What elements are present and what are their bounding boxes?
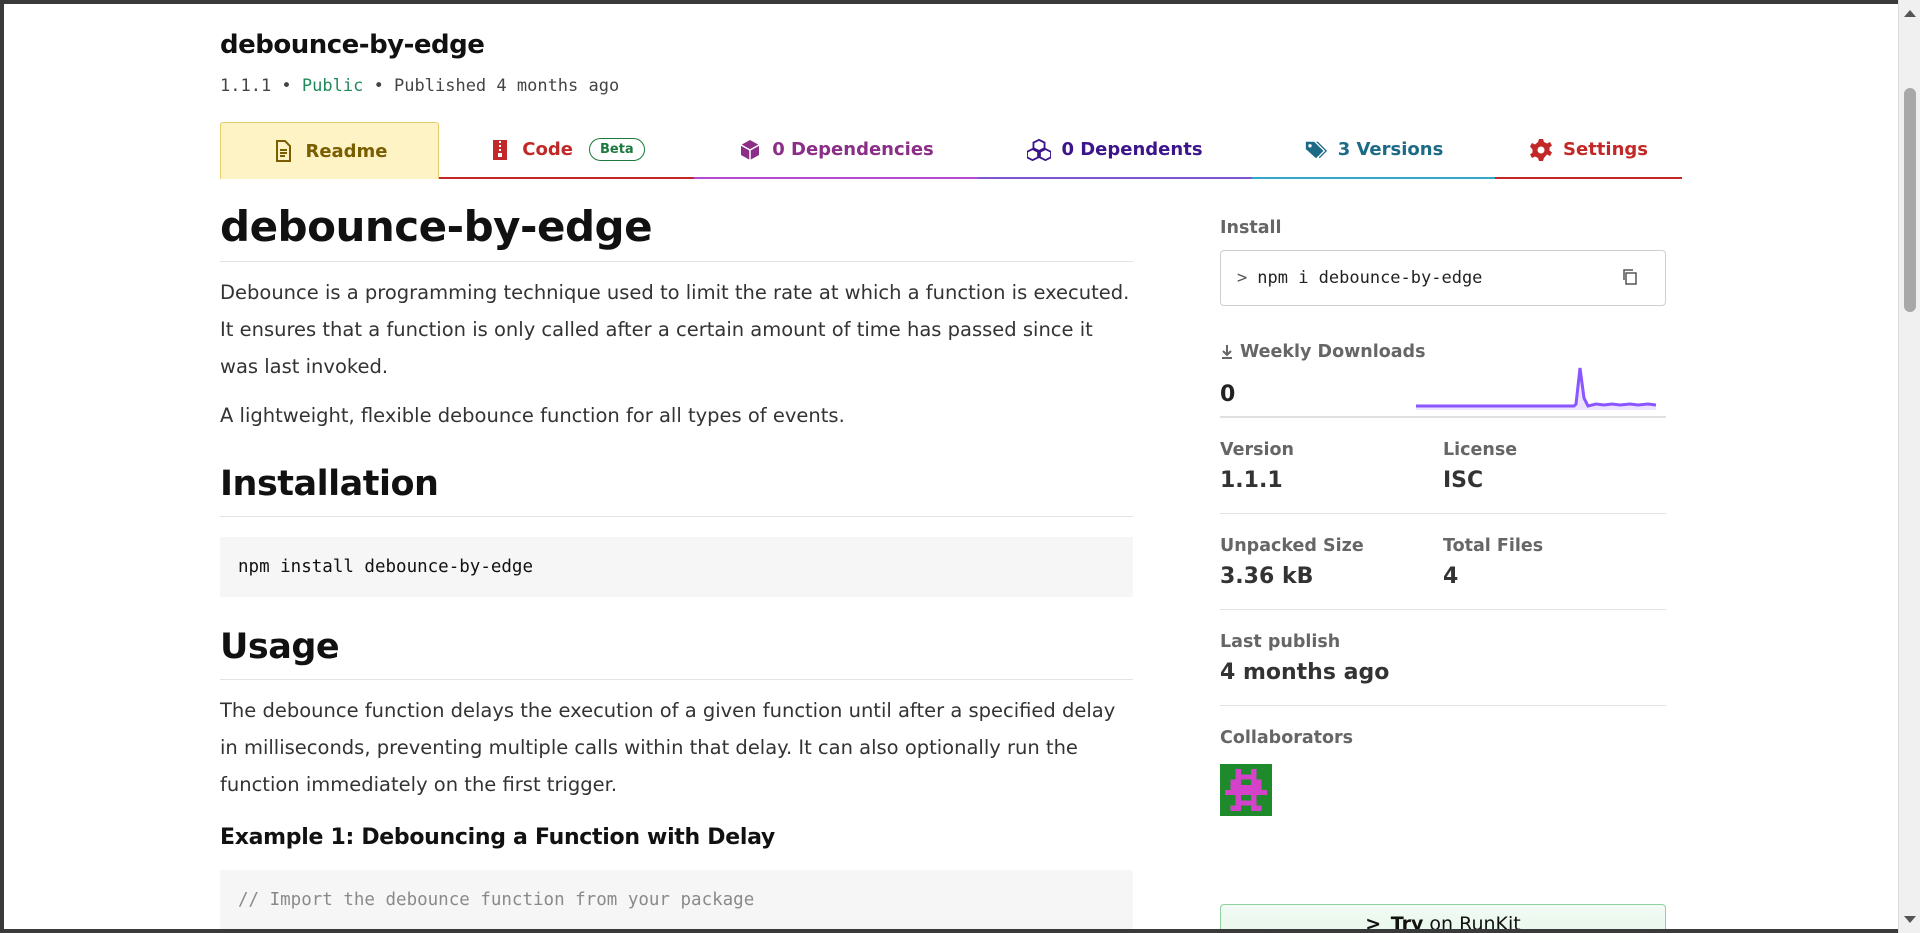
document-icon — [271, 139, 295, 163]
package-tabs: Readme Code Beta 0 Dependencies 0 Depend… — [220, 122, 1682, 181]
readme-content: debounce-by-edge Debounce is a programmi… — [220, 202, 1133, 929]
gear-icon — [1529, 138, 1553, 162]
last-publish-label: Last publish — [1220, 632, 1341, 652]
try-on-runkit-button[interactable]: >_Try on RunKit — [1220, 904, 1666, 929]
boxes-icon — [1027, 138, 1052, 162]
scroll-down-arrow-icon[interactable] — [1904, 916, 1916, 923]
vertical-scrollbar[interactable] — [1898, 0, 1920, 933]
version-label: Version — [1220, 440, 1294, 460]
tab-dependents[interactable]: 0 Dependents — [978, 122, 1252, 179]
tags-icon — [1304, 138, 1328, 162]
readme-title: debounce-by-edge — [220, 202, 1133, 262]
tab-settings[interactable]: Settings — [1495, 122, 1682, 179]
collaborator-avatar[interactable] — [1220, 764, 1272, 816]
package-visibility: Public — [301, 76, 364, 96]
scroll-up-arrow-icon[interactable] — [1904, 10, 1916, 17]
package-meta: 1.1.1 • Public • Published 4 months ago — [220, 76, 619, 96]
weekly-downloads-value: 0 — [1220, 382, 1236, 407]
download-icon — [1222, 345, 1232, 359]
tab-label: 0 Dependents — [1061, 139, 1203, 160]
install-command-box[interactable]: > npm i debounce-by-edge — [1220, 250, 1666, 306]
total-files-value: 4 — [1443, 564, 1459, 589]
zip-file-icon — [488, 138, 512, 162]
install-label: Install — [1220, 218, 1282, 238]
code-comment: // Import the debounce function from you… — [238, 890, 755, 910]
readme-tagline: A lightweight, flexible debounce functio… — [220, 404, 845, 427]
sparkline-line — [1416, 367, 1656, 408]
total-files-label: Total Files — [1443, 536, 1544, 556]
license-value: ISC — [1443, 468, 1484, 493]
prompt-symbol: > — [1237, 268, 1248, 288]
license-label: License — [1443, 440, 1518, 460]
tab-dependencies[interactable]: 0 Dependencies — [694, 122, 978, 179]
tab-code[interactable]: Code Beta — [439, 122, 694, 179]
tab-label: 3 Versions — [1337, 139, 1444, 160]
tab-label: 0 Dependencies — [772, 139, 934, 160]
package-sidebar: Install > npm i debounce-by-edge Weekly … — [1220, 218, 1666, 929]
collaborators: Collaborators — [1220, 706, 1666, 836]
collaborators-label: Collaborators — [1220, 728, 1354, 748]
last-publish: Last publish 4 months ago — [1220, 610, 1666, 706]
readme-intro: Debounce is a programming technique used… — [220, 281, 1130, 378]
version-value: 1.1.1 — [1220, 468, 1283, 493]
usage-heading: Usage — [220, 627, 1133, 680]
tab-versions[interactable]: 3 Versions — [1252, 122, 1495, 179]
example1-heading: Example 1: Debouncing a Function with De… — [220, 825, 775, 850]
scrollbar-thumb[interactable] — [1904, 88, 1916, 312]
weekly-downloads: Weekly Downloads 0 — [1220, 342, 1666, 418]
example1-code-block: // Import the debounce function from you… — [220, 870, 1133, 929]
beta-badge: Beta — [588, 138, 645, 161]
runkit-prefix: >_ — [1365, 913, 1391, 929]
meta-separator: • — [271, 76, 302, 96]
tab-label: Readme — [305, 140, 388, 162]
version-license-row: Version 1.1.1 License ISC — [1220, 418, 1666, 514]
box-icon — [738, 138, 762, 162]
weekly-downloads-label: Weekly Downloads — [1240, 342, 1426, 362]
install-command: npm i debounce-by-edge — [1257, 268, 1483, 288]
installation-heading: Installation — [220, 464, 1133, 517]
last-publish-value: 4 months ago — [1220, 660, 1390, 685]
tab-readme[interactable]: Readme — [220, 122, 439, 179]
usage-text: The debounce function delays the executi… — [220, 699, 1116, 796]
runkit-rest: on RunKit — [1423, 913, 1521, 929]
tab-label: Code — [522, 139, 573, 160]
package-published: Published 4 months ago — [394, 76, 620, 96]
package-name: debounce-by-edge — [220, 30, 485, 60]
page-viewport: debounce-by-edge 1.1.1 • Public • Publis… — [4, 4, 1898, 929]
package-version: 1.1.1 — [220, 76, 272, 96]
runkit-try: Try — [1390, 913, 1424, 929]
tab-label: Settings — [1563, 139, 1648, 160]
copy-icon[interactable] — [1621, 268, 1639, 286]
meta-separator: • — [363, 76, 395, 96]
downloads-sparkline — [1416, 367, 1656, 410]
unpacked-size-label: Unpacked Size — [1220, 536, 1364, 556]
unpacked-size-value: 3.36 kB — [1220, 564, 1314, 589]
install-code-block: npm install debounce-by-edge — [220, 537, 1133, 597]
size-files-row: Unpacked Size 3.36 kB Total Files 4 — [1220, 514, 1666, 610]
